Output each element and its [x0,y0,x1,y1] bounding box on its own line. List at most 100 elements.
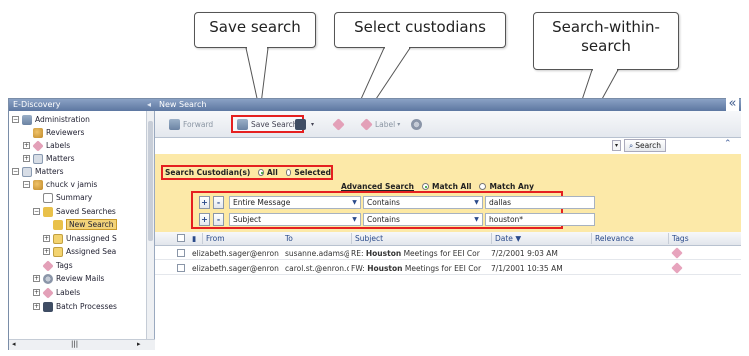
flag-button[interactable] [332,117,347,132]
collapse-icon[interactable]: − [33,208,40,215]
scroll-right-icon[interactable]: ▸ [137,340,141,348]
tag-icon[interactable] [671,247,683,259]
column-header-from[interactable]: From [202,233,225,244]
cell-date: 7/1/2001 10:35 AM [491,264,563,273]
operator-select-value: Contains [367,198,400,207]
row-checkbox[interactable] [177,249,185,257]
save-search-label: Save Search [251,119,298,129]
tree-node-batch-processes[interactable]: + Batch Processes [33,300,117,313]
expand-icon[interactable]: + [43,235,50,242]
tree-node-chuck-v-jamis[interactable]: − chuck v jamis [23,178,97,191]
reviewers-icon [33,127,43,138]
select-all-checkbox[interactable] [177,234,185,242]
custodian-selected-radio[interactable] [285,169,292,176]
collapse-criteria-icon[interactable]: ⌃ [724,139,732,149]
tag-menu-button[interactable]: ▾ [295,117,314,132]
tree-node-matters[interactable]: − Matters [12,165,64,178]
search-button[interactable]: ⌕ Search [624,139,666,152]
expand-icon[interactable]: + [33,275,40,282]
add-criteria-button[interactable]: + [199,196,210,209]
table-row[interactable]: elizabeth.sager@enron susanne.adams@enro… [155,246,741,260]
tree-node-matters-admin[interactable]: + Matters [23,152,75,165]
tree-vertical-scrollbar[interactable] [146,111,154,339]
tree-node-summary[interactable]: Summary [43,191,92,204]
column-header-relevance[interactable]: Relevance [591,233,634,244]
expand-icon[interactable]: + [23,155,30,162]
custodian-all-label: All [266,168,278,177]
callout-line: Search-within- [552,18,660,36]
table-row[interactable]: elizabeth.sager@enron carol.st.@enron.co… [155,261,741,275]
save-search-button[interactable]: Save Search [231,115,304,133]
tree-node-assigned[interactable]: + Assigned Sea [43,245,116,258]
tree-node-labels[interactable]: + Labels [23,139,70,152]
tree-node-administration[interactable]: − Administration [12,113,90,126]
field-select[interactable]: Subject ▼ [229,213,361,226]
chevron-down-icon: ▼ [352,199,357,206]
expand-icon[interactable]: + [33,303,40,310]
column-header-date[interactable]: Date ▼ [491,233,521,244]
criteria-row: + - Entire Message ▼ Contains ▼ dallas [199,196,595,209]
print-button[interactable] [411,117,425,132]
tree-node-reviewers[interactable]: Reviewers [33,126,84,139]
tree-node-saved-searches[interactable]: − Saved Searches [33,205,116,218]
label-icon [42,286,54,299]
tree-node-labels-matter[interactable]: + Labels [33,286,80,299]
forward-button[interactable]: Forward [169,117,213,132]
cell-from: elizabeth.sager@enron [192,249,279,258]
remove-criteria-button[interactable]: - [213,196,224,209]
tree-node-review-mails[interactable]: + Review Mails [33,272,104,285]
column-header-subject[interactable]: Subject [351,233,383,244]
subject-highlight: Houston [367,264,403,273]
collapse-icon[interactable]: − [23,181,30,188]
cell-from: elizabeth.sager@enron [192,264,279,273]
custodian-all-radio[interactable] [258,169,264,176]
forward-icon [169,119,180,130]
scroll-grip-icon[interactable]: ||| [71,340,78,348]
collapse-icon[interactable]: − [12,116,19,123]
subject-prefix: RE: [351,249,366,258]
custodian-label: Search Custodian(s) [165,168,251,177]
ediscovery-app: E-Discovery ◂ − Administration Reviewers… [8,96,741,350]
scroll-thumb[interactable] [148,121,153,241]
add-criteria-button[interactable]: + [199,213,210,226]
field-select[interactable]: Entire Message ▼ [229,196,361,209]
tree-node-unassigned[interactable]: + Unassigned S [43,232,117,245]
row-checkbox[interactable] [177,264,185,272]
tree-label: New Search [66,219,117,230]
operator-select[interactable]: Contains ▼ [363,213,483,226]
match-any-radio[interactable] [479,183,487,190]
collapse-icon[interactable]: − [12,168,19,175]
expand-icon[interactable]: + [33,289,40,296]
column-header-tags[interactable]: Tags [668,233,689,244]
criteria-value-input[interactable]: houston* [485,213,595,226]
left-panel-header: E-Discovery ◂ [9,99,155,111]
match-all-radio[interactable] [422,183,430,190]
search-icon: ⌕ [629,140,634,150]
tag-icon[interactable] [671,262,683,274]
remove-criteria-button[interactable]: - [213,213,224,226]
operator-select[interactable]: Contains ▼ [363,196,483,209]
subject-rest: Meetings for EEI Cor [401,249,480,258]
scroll-left-icon[interactable]: ◂ [12,340,16,348]
tree-horizontal-scrollbar[interactable]: ◂ ||| ▸ [9,339,155,350]
expand-icon[interactable]: + [43,248,50,255]
search-options-dropdown[interactable]: ▾ [612,140,621,151]
tag-icon [42,259,54,272]
tree-node-tags[interactable]: Tags [42,259,73,272]
collapse-panel-icon[interactable]: « [726,96,739,111]
tree-node-new-search[interactable]: New Search [53,218,117,231]
advanced-search-link[interactable]: Advanced Search [341,182,414,191]
label-button-label: Label [375,120,396,129]
pin-icon[interactable]: ◂ [147,100,151,109]
tree-label: Saved Searches [56,207,116,216]
advanced-search: Advanced Search Match All Match Any [341,182,534,191]
label-menu-button[interactable]: Label ▾ [360,117,400,132]
document-icon [43,192,53,203]
expand-icon[interactable]: + [23,142,30,149]
match-all-label: Match All [432,182,472,191]
tree-label: Labels [56,288,81,297]
column-header-to[interactable]: To [285,234,293,243]
folder-icon [53,246,63,257]
criteria-value-input[interactable]: dallas [485,196,595,209]
tree-label: Batch Processes [56,302,117,311]
